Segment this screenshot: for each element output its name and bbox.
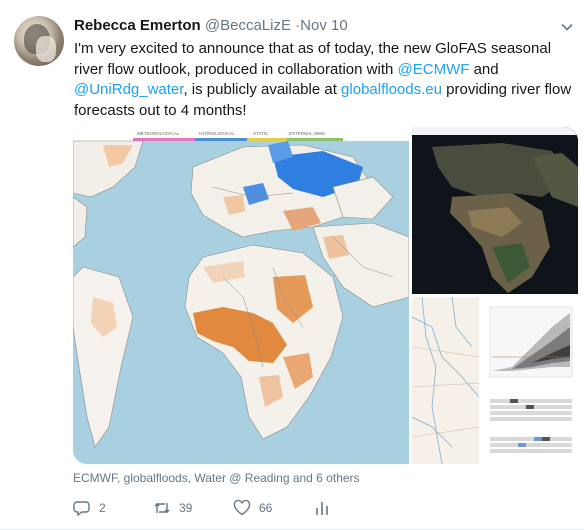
media-image-map[interactable]: METEOROLOGICAL HYDROLOGICAL STATIC EXTER… xyxy=(73,127,409,464)
satellite-graphic xyxy=(412,127,578,294)
author-name[interactable]: Rebecca Emerton xyxy=(74,17,201,34)
tweet[interactable]: Rebecca Emerton @BeccaLizE ·Nov 10 I'm v… xyxy=(0,0,584,530)
map-tab-external-wms: EXTERNAL WMS xyxy=(289,131,325,136)
analytics-button[interactable] xyxy=(313,499,331,517)
mention-ecmwf[interactable]: @ECMWF xyxy=(398,61,470,78)
retweet-icon xyxy=(154,503,170,513)
map-graphic: METEOROLOGICAL HYDROLOGICAL STATIC EXTER… xyxy=(73,127,409,464)
map-tab-static: STATIC xyxy=(253,131,269,136)
like-icon xyxy=(233,499,251,516)
media-grid: METEOROLOGICAL HYDROLOGICAL STATIC EXTER… xyxy=(73,127,578,464)
retweet-count: 39 xyxy=(179,501,193,515)
like-button[interactable]: 66 xyxy=(233,499,313,517)
avatar[interactable] xyxy=(14,16,64,66)
reply-count: 2 xyxy=(99,501,106,515)
retweet-button[interactable]: 39 xyxy=(153,499,233,517)
tweet-text: I'm very excited to announce that as of … xyxy=(74,40,572,119)
timestamp[interactable]: Nov 10 xyxy=(300,17,348,34)
mention-unirdg-water[interactable]: @UniRdg_water xyxy=(74,81,183,98)
like-count: 66 xyxy=(259,501,273,515)
forecast-graphic xyxy=(482,297,578,464)
reply-icon xyxy=(73,501,90,517)
map-tab-hydrological: HYDROLOGICAL xyxy=(199,131,235,136)
action-bar: 2 39 66 xyxy=(73,497,331,519)
map-tab-meteorological: METEOROLOGICAL xyxy=(137,131,180,136)
reply-button[interactable]: 2 xyxy=(73,499,153,517)
analytics-icon xyxy=(316,502,328,515)
url-link[interactable]: globalfloods.eu xyxy=(341,81,442,98)
media-image-forecast-chart[interactable] xyxy=(482,297,578,464)
media-image-detail-map[interactable] xyxy=(412,297,479,464)
tweet-header: Rebecca Emerton @BeccaLizE ·Nov 10 xyxy=(74,16,348,36)
chevron-down-icon[interactable] xyxy=(560,20,574,34)
media-image-satellite[interactable] xyxy=(412,127,578,294)
detail-map-graphic xyxy=(412,297,479,464)
author-handle[interactable]: @BeccaLizE xyxy=(205,17,291,34)
tagged-users[interactable]: ECMWF, globalfloods, Water @ Reading and… xyxy=(73,470,360,486)
